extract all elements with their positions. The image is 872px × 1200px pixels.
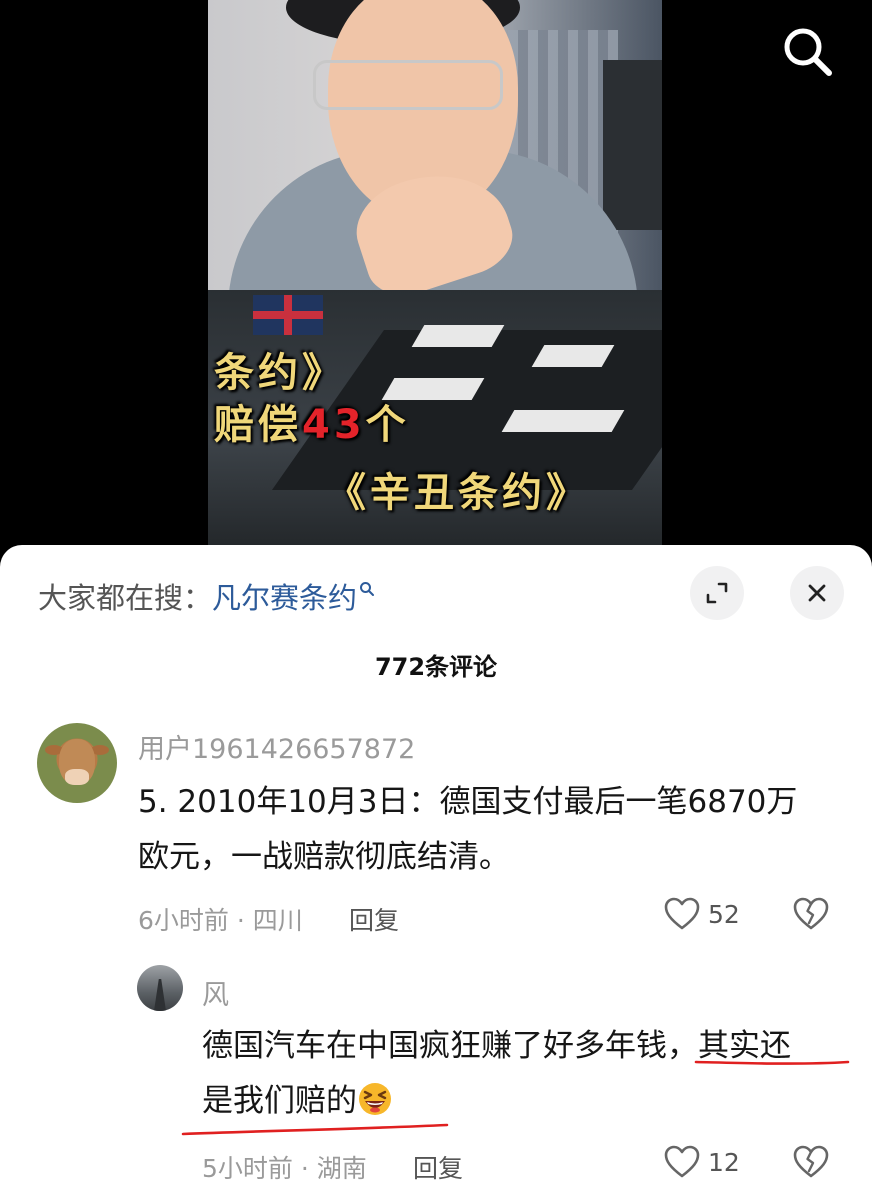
broken-heart-icon [793, 1145, 829, 1178]
like-button[interactable]: 12 [664, 1145, 740, 1179]
video-subtitle-line2: 赔偿43个 [214, 392, 410, 450]
video-subtitle-line1: 条约》 [214, 350, 346, 396]
video-paper [411, 325, 505, 347]
video-subtitle-text: 个 [365, 402, 410, 448]
video-frame[interactable]: 条约》 赔偿43个 《辛丑条约》 [208, 0, 662, 545]
video-paper [501, 410, 625, 432]
video-person-glasses [313, 60, 503, 110]
video-player[interactable]: 条约》 赔偿43个 《辛丑条约》 [0, 0, 872, 560]
search-button[interactable] [776, 20, 838, 82]
hand-drawn-underline [181, 1060, 850, 1136]
video-flag [253, 295, 323, 335]
reply-meta: 5小时前 · 湖南 [202, 1154, 367, 1183]
video-subtitle-line3: 《辛丑条约》 [326, 470, 590, 516]
reply-button[interactable]: 回复 [413, 1149, 463, 1185]
search-icon [784, 28, 832, 76]
dislike-button[interactable] [793, 1145, 829, 1183]
like-count: 12 [708, 1147, 740, 1177]
video-window [603, 60, 662, 230]
video-paper [531, 345, 615, 367]
video-subtitle-number: 43 [302, 402, 366, 448]
comment-sheet: 大家都在搜：凡尔赛条约 772条评论 用户1961426657872 5. 20… [0, 545, 872, 1200]
heart-icon [664, 1145, 700, 1178]
video-subtitle-text: 赔偿 [214, 402, 302, 448]
